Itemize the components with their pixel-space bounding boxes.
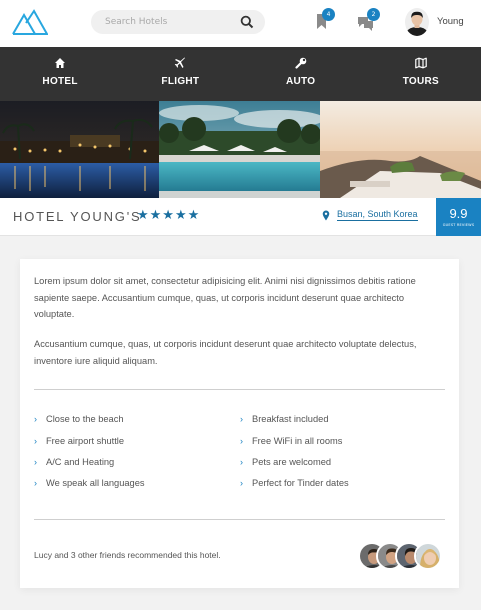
description-paragraph: Accusantium cumque, quas, ut corporis in… <box>34 339 417 366</box>
friend-avatar[interactable] <box>414 542 442 570</box>
friends-recommendation-text: Lucy and 3 other friends recommended thi… <box>34 550 221 560</box>
chevron-right-icon: › <box>34 436 37 446</box>
search-bar <box>91 10 265 34</box>
divider <box>34 519 445 520</box>
main-nav: HOTEL FLIGHT AUTO TOURS <box>0 47 481 101</box>
home-icon <box>55 58 66 68</box>
chevron-right-icon: › <box>34 478 37 488</box>
photo-gallery <box>0 101 481 198</box>
chevron-right-icon: › <box>240 457 243 467</box>
review-score-badge[interactable]: 9.9 GUEST REVIEWS <box>436 198 481 236</box>
hotel-name: HOTEL YOUNG'S <box>13 209 142 224</box>
top-bar: 4 2 Young <box>0 0 481 47</box>
bookmarks-badge: 4 <box>322 8 335 21</box>
review-score-label: GUEST REVIEWS <box>442 223 475 227</box>
nav-item-flight[interactable]: FLIGHT <box>120 47 240 101</box>
chevron-right-icon: › <box>34 457 37 467</box>
gallery-photo-night-pool[interactable] <box>0 101 159 198</box>
chevron-right-icon: › <box>240 414 243 424</box>
nav-label: HOTEL <box>42 76 78 87</box>
nav-label: FLIGHT <box>161 76 200 87</box>
hotel-info-bar: HOTEL YOUNG'S ★★★★★ Busan, South Korea <box>0 198 481 236</box>
gallery-photo-resort-pool[interactable] <box>159 101 320 198</box>
messages-badge: 2 <box>367 8 380 21</box>
nav-label: AUTO <box>285 76 316 87</box>
wrench-icon <box>295 57 306 69</box>
star-rating: ★★★★★ <box>137 208 201 223</box>
map-pin-icon <box>322 210 330 221</box>
divider <box>34 389 445 390</box>
nav-label: TOURS <box>402 76 440 87</box>
nav-item-auto[interactable]: AUTO <box>241 47 361 101</box>
plane-icon <box>175 57 186 68</box>
user-avatar[interactable] <box>405 8 429 36</box>
nav-item-tours[interactable]: TOURS <box>361 47 481 101</box>
hotel-details-card: Lorem ipsum dolor sit amet, consectetur … <box>20 259 459 588</box>
chevron-right-icon: › <box>34 414 37 424</box>
map-icon <box>415 57 427 69</box>
review-score: 9.9 <box>449 206 468 221</box>
gallery-photo-coastal-terrace[interactable] <box>320 101 481 198</box>
description-paragraph: Lorem ipsum dolor sit amet, consectetur … <box>34 276 416 319</box>
mountain-logo-icon[interactable] <box>12 9 48 35</box>
search-input[interactable] <box>105 14 225 30</box>
chevron-right-icon: › <box>240 436 243 446</box>
chevron-right-icon: › <box>240 478 243 488</box>
search-icon[interactable] <box>240 15 254 29</box>
nav-item-hotel[interactable]: HOTEL <box>0 47 120 101</box>
username-label[interactable]: Young <box>437 16 464 27</box>
location-link[interactable]: Busan, South Korea <box>337 209 418 221</box>
